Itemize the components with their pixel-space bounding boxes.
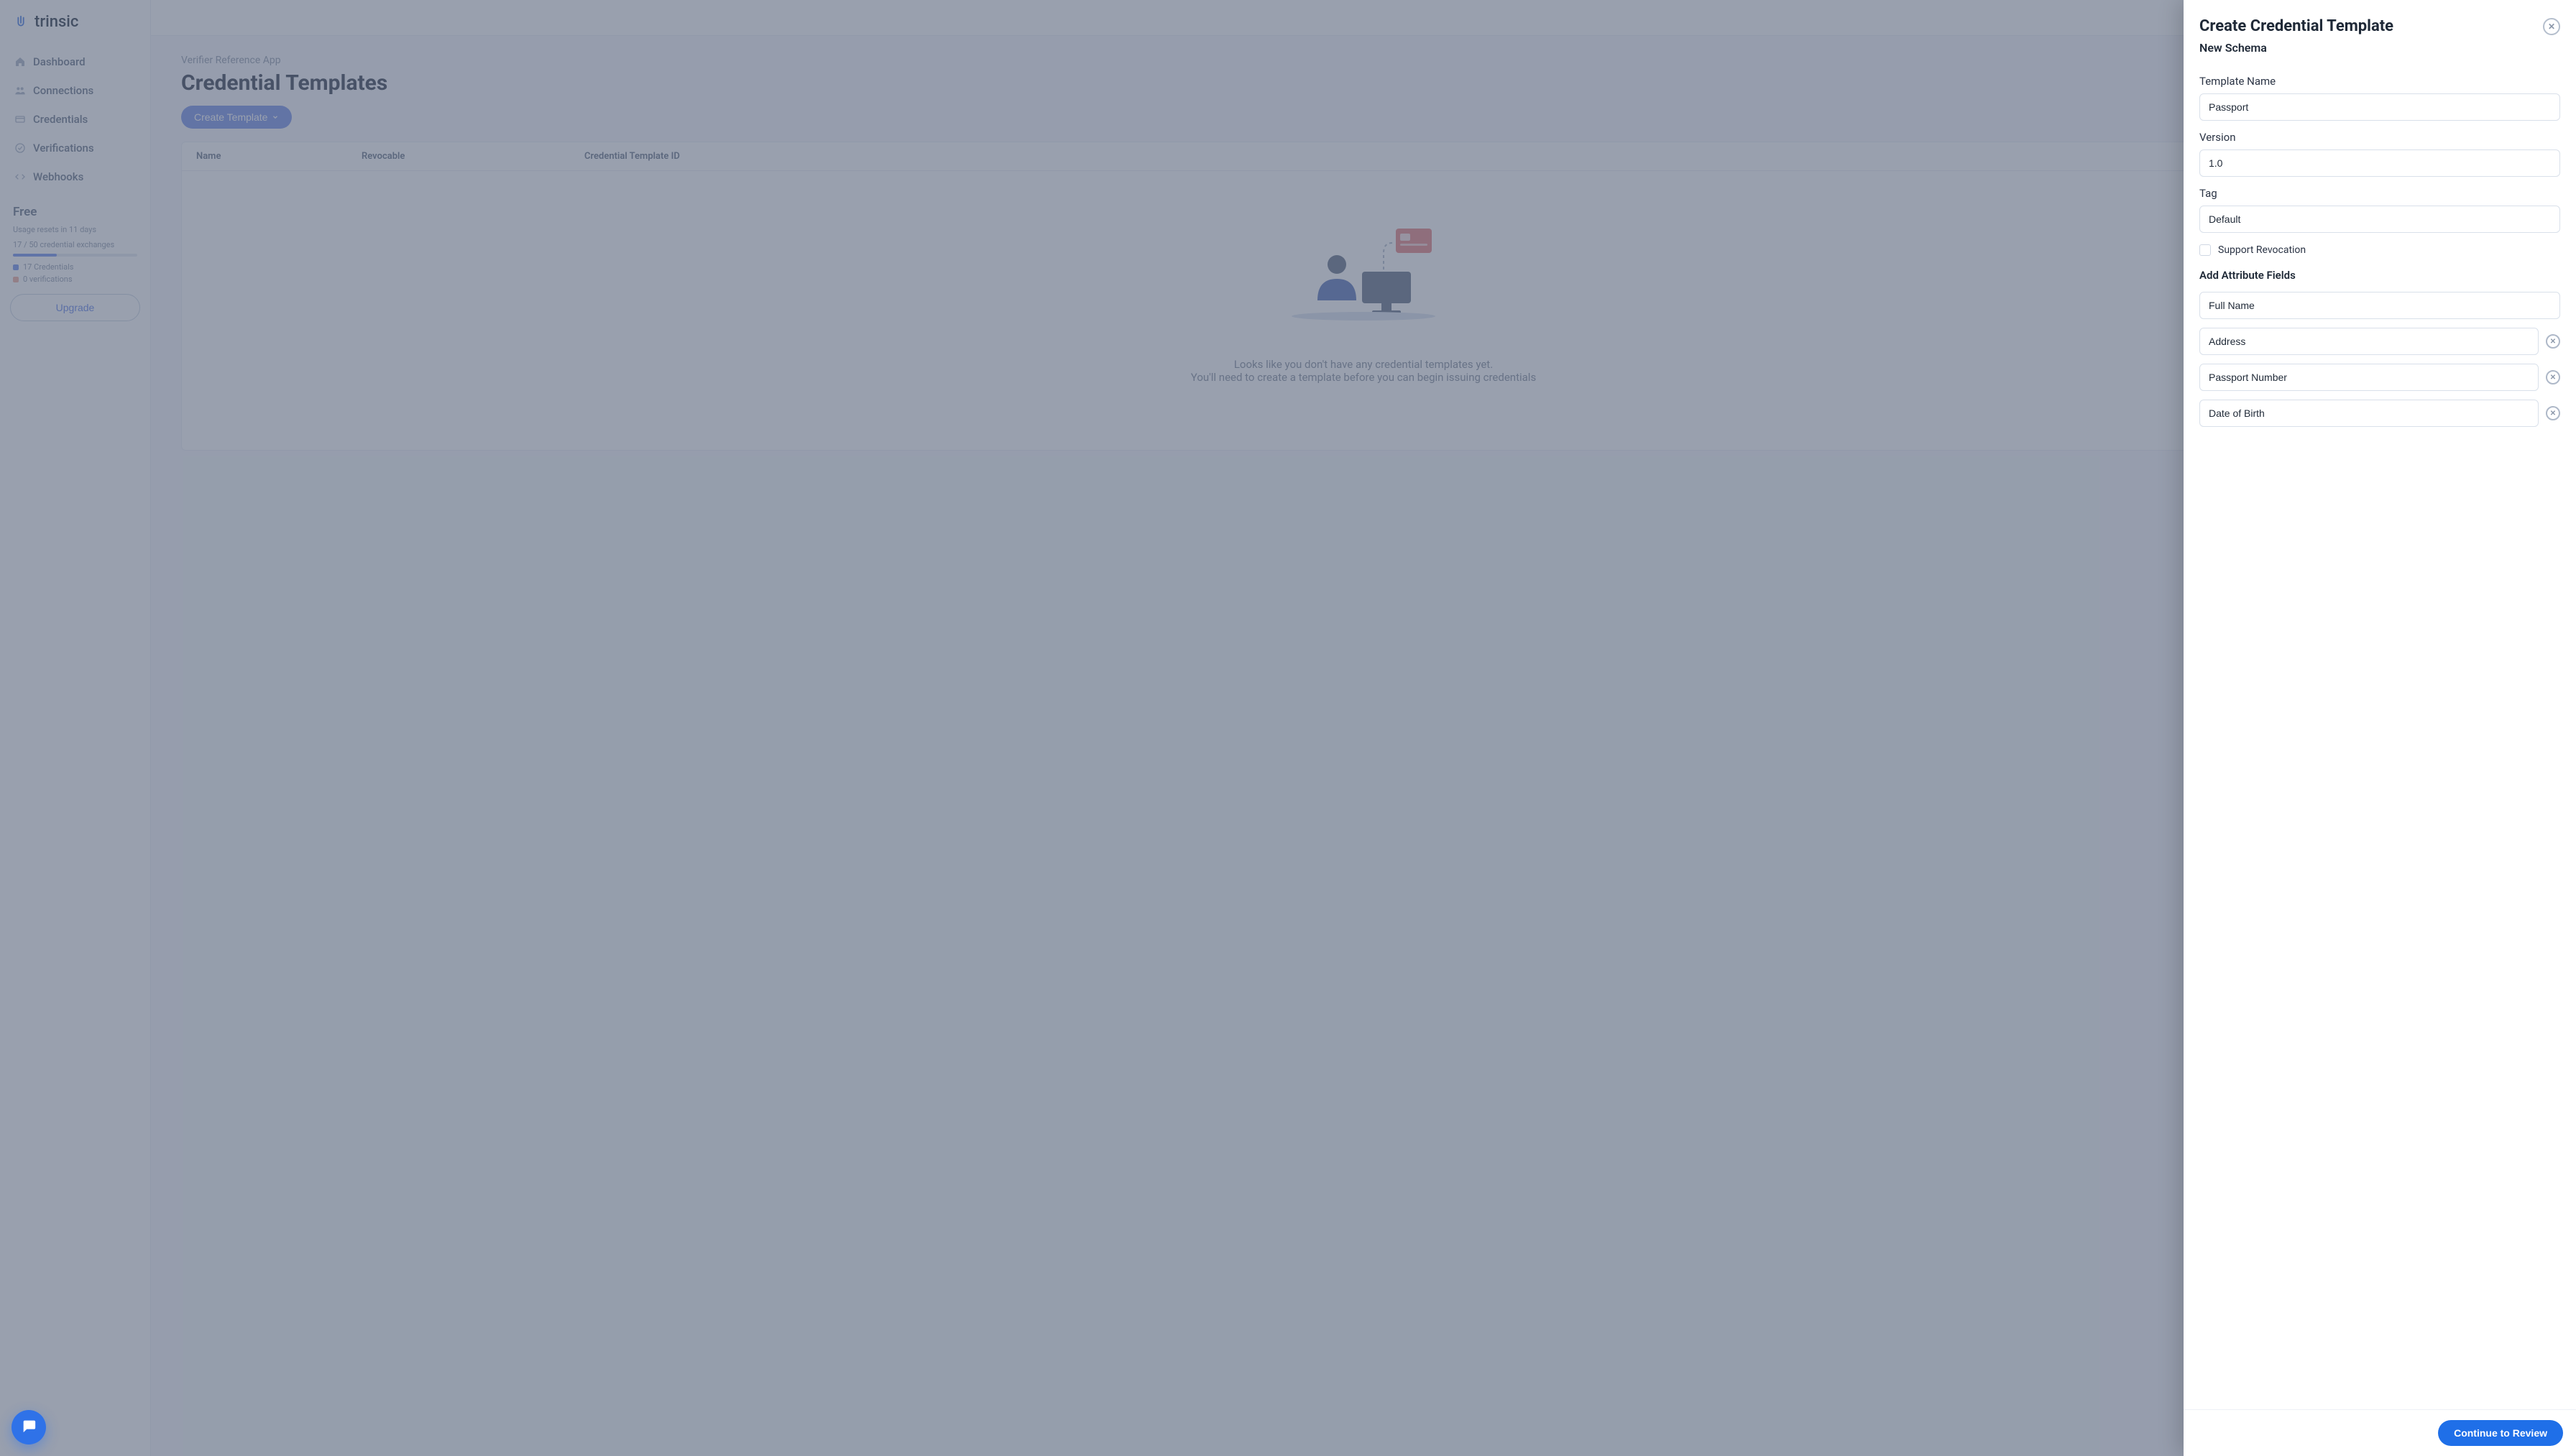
drawer-title: Create Credential Template xyxy=(2199,17,2393,35)
attribute-input[interactable] xyxy=(2199,292,2560,319)
attribute-row: ✕ xyxy=(2199,400,2560,427)
close-icon: ✕ xyxy=(2550,338,2556,346)
drawer-header: Create Credential Template ✕ xyxy=(2184,0,2576,41)
version-input[interactable] xyxy=(2199,149,2560,177)
remove-attribute-button[interactable]: ✕ xyxy=(2546,370,2560,384)
attribute-row xyxy=(2199,292,2560,319)
chat-icon xyxy=(21,1418,37,1437)
help-chat-button[interactable] xyxy=(12,1410,46,1445)
create-template-drawer: Create Credential Template ✕ New Schema … xyxy=(2184,0,2576,1456)
continue-button[interactable]: Continue to Review xyxy=(2438,1420,2563,1446)
attribute-row: ✕ xyxy=(2199,364,2560,391)
drawer-body: Template Name Version Tag Support Revoca… xyxy=(2184,55,2576,1409)
drawer-subtitle: New Schema xyxy=(2184,41,2576,55)
template-name-label: Template Name xyxy=(2199,75,2560,88)
attribute-input[interactable] xyxy=(2199,328,2539,355)
drawer-footer: Continue to Review xyxy=(2184,1409,2576,1456)
close-icon: ✕ xyxy=(2548,22,2555,32)
attribute-input[interactable] xyxy=(2199,364,2539,391)
version-label: Version xyxy=(2199,131,2560,144)
revocation-checkbox[interactable] xyxy=(2199,244,2211,256)
remove-attribute-button[interactable]: ✕ xyxy=(2546,334,2560,349)
revocation-row: Support Revocation xyxy=(2199,244,2560,256)
attribute-input[interactable] xyxy=(2199,400,2539,427)
tag-input[interactable] xyxy=(2199,206,2560,233)
close-icon: ✕ xyxy=(2550,410,2556,418)
drawer-close-button[interactable]: ✕ xyxy=(2543,18,2560,35)
attributes-heading: Add Attribute Fields xyxy=(2199,269,2560,282)
remove-attribute-button[interactable]: ✕ xyxy=(2546,406,2560,420)
revocation-label: Support Revocation xyxy=(2218,244,2306,256)
close-icon: ✕ xyxy=(2550,374,2556,382)
template-name-input[interactable] xyxy=(2199,93,2560,121)
attribute-row: ✕ xyxy=(2199,328,2560,355)
tag-label: Tag xyxy=(2199,187,2560,200)
